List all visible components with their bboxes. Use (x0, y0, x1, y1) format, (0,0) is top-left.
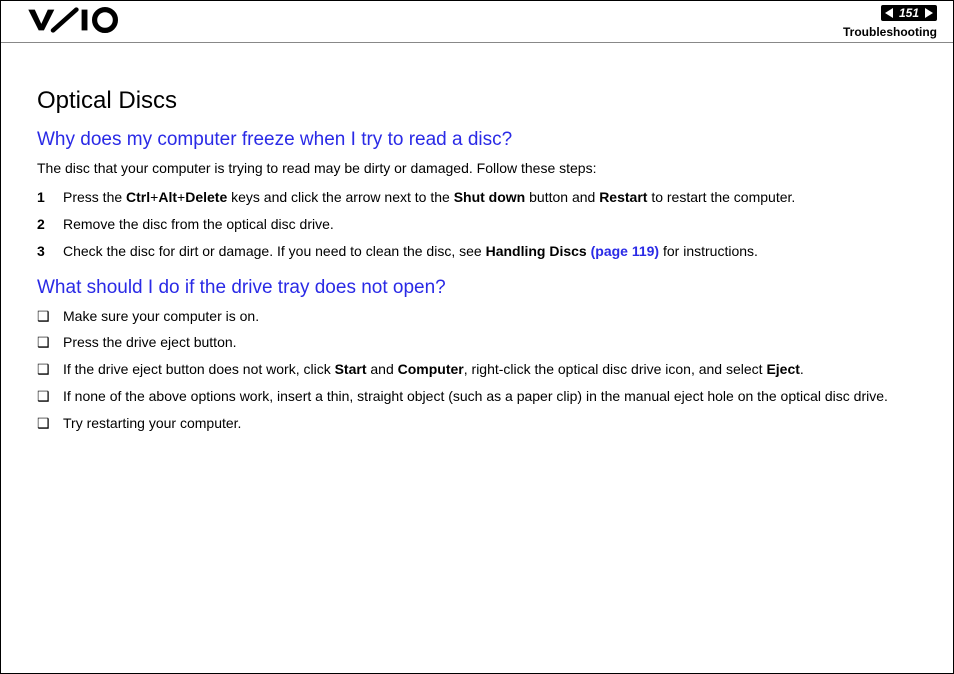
header-right: 151 Troubleshooting (843, 5, 937, 39)
bullet-text: Try restarting your computer. (63, 414, 917, 433)
step-number: 2 (37, 215, 63, 234)
question-1-heading: Why does my computer freeze when I try t… (37, 129, 917, 151)
step-text: Press the Ctrl+Alt+Delete keys and click… (63, 188, 917, 207)
bullet-text: Press the drive eject button. (63, 333, 917, 352)
bullet-text: If the drive eject button does not work,… (63, 360, 917, 379)
question-2-heading: What should I do if the drive tray does … (37, 277, 917, 299)
bullet-icon: ❑ (37, 360, 63, 379)
step-item: 1 Press the Ctrl+Alt+Delete keys and cli… (37, 188, 917, 207)
page-number: 151 (899, 6, 919, 20)
page-content: Optical Discs Why does my computer freez… (1, 43, 953, 433)
step-number: 1 (37, 188, 63, 207)
bullet-item: ❑ If none of the above options work, ins… (37, 387, 917, 406)
step-number: 3 (37, 242, 63, 261)
bullet-icon: ❑ (37, 333, 63, 352)
bullet-item: ❑ Make sure your computer is on. (37, 307, 917, 326)
bullet-text: Make sure your computer is on. (63, 307, 917, 326)
step-text: Check the disc for dirt or damage. If yo… (63, 242, 917, 261)
page-link[interactable]: (page 119) (591, 243, 659, 259)
header-section-title: Troubleshooting (843, 25, 937, 39)
vaio-logo (19, 7, 139, 38)
page-header: 151 Troubleshooting (1, 1, 953, 43)
bullet-icon: ❑ (37, 414, 63, 433)
bullet-item: ❑ Press the drive eject button. (37, 333, 917, 352)
page-title: Optical Discs (37, 87, 917, 115)
bullet-text: If none of the above options work, inser… (63, 387, 917, 406)
question-1-steps: 1 Press the Ctrl+Alt+Delete keys and cli… (37, 188, 917, 261)
next-page-icon[interactable] (925, 8, 933, 18)
prev-page-icon[interactable] (885, 8, 893, 18)
step-text: Remove the disc from the optical disc dr… (63, 215, 917, 234)
question-2-bullets: ❑ Make sure your computer is on. ❑ Press… (37, 307, 917, 433)
page-number-nav[interactable]: 151 (881, 5, 937, 21)
document-page: 151 Troubleshooting Optical Discs Why do… (0, 0, 954, 674)
step-item: 3 Check the disc for dirt or damage. If … (37, 242, 917, 261)
bullet-item: ❑ If the drive eject button does not wor… (37, 360, 917, 379)
bullet-icon: ❑ (37, 307, 63, 326)
question-1-intro: The disc that your computer is trying to… (37, 159, 917, 178)
bullet-icon: ❑ (37, 387, 63, 406)
bullet-item: ❑ Try restarting your computer. (37, 414, 917, 433)
step-item: 2 Remove the disc from the optical disc … (37, 215, 917, 234)
